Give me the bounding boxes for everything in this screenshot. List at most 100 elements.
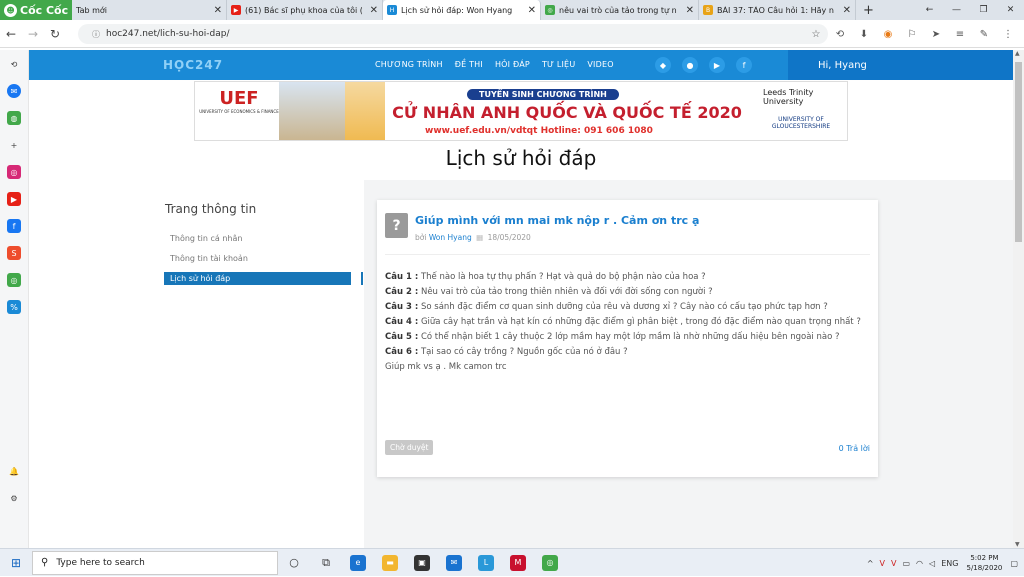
close-tab-icon[interactable]: ✕ <box>686 5 694 16</box>
store-icon[interactable]: ▣ <box>406 549 438 577</box>
download-icon[interactable]: ⬇ <box>856 26 872 42</box>
coccoc-circle-icon[interactable]: ◎ <box>7 273 21 287</box>
line-label: Câu 6 : <box>385 347 419 357</box>
browser-brand[interactable]: ☻ Cốc Cốc <box>0 0 72 20</box>
coccoc-taskbar-icon[interactable]: ◎ <box>534 549 566 577</box>
forward-icon[interactable]: → <box>22 27 44 41</box>
tab-bai37[interactable]: B BÀI 37: TẢO Câu hỏi 1: Hãy n ✕ <box>699 0 856 20</box>
scroll-down-icon[interactable]: ▼ <box>1015 541 1020 548</box>
close-tab-icon[interactable]: ✕ <box>843 5 851 16</box>
link-qa-history[interactable]: Lịch sử hỏi đáp <box>164 272 351 285</box>
close-tab-icon[interactable]: ✕ <box>214 5 222 16</box>
clock[interactable]: 5:02 PM 5/18/2020 <box>964 553 1004 573</box>
cortana-icon[interactable]: ○ <box>278 549 310 577</box>
close-tab-icon[interactable]: ✕ <box>528 5 536 16</box>
shopee-icon[interactable]: S <box>7 246 21 260</box>
menu-tu-lieu[interactable]: TƯ LIỆU <box>542 60 575 69</box>
coccoc-extension-icon[interactable]: ◉ <box>880 26 896 42</box>
notifications-icon[interactable]: ▢ <box>1010 559 1018 568</box>
bookmark-star-icon[interactable]: ☆ <box>808 26 824 42</box>
playlist-icon[interactable]: ≡ <box>952 26 968 42</box>
menu-icon[interactable]: ⋮ <box>1000 26 1016 42</box>
tab-youtube[interactable]: ▶ (61) Bác sĩ phụ khoa của tôi ( ✕ <box>227 0 383 20</box>
question-title[interactable]: Giúp mình với mn mai mk nộp r . Cảm ơn t… <box>415 214 699 227</box>
minimize-icon[interactable]: — <box>943 0 970 20</box>
chevron-up-icon[interactable]: ^ <box>867 559 874 568</box>
instagram-icon[interactable]: ◎ <box>7 165 21 179</box>
line-text: Giúp mk vs ạ . Mk camon trc <box>385 362 507 372</box>
tab-title: BÀI 37: TẢO Câu hỏi 1: Hãy n <box>717 5 834 15</box>
language-indicator[interactable]: ENG <box>941 559 958 568</box>
window-controls: ← — ❐ ✕ <box>916 0 1024 20</box>
tab-new[interactable]: Tab mới ✕ <box>72 0 227 20</box>
l-app-icon[interactable]: L <box>470 549 502 577</box>
taskbar-search[interactable]: ⚲ Type here to search <box>32 550 278 575</box>
scrollbar-thumb[interactable] <box>1015 62 1022 242</box>
banner-contact: www.uef.edu.vn/vdtqt Hotline: 091 606 10… <box>425 126 653 136</box>
link-personal-info[interactable]: Thông tin cá nhân <box>164 232 351 245</box>
android-icon[interactable]: ◆ <box>655 57 671 73</box>
leeds-trinity-logo: Leeds Trinity University <box>763 88 814 106</box>
tab-active-hoc247[interactable]: H Lịch sử hỏi đáp: Won Hyang ✕ <box>383 0 541 20</box>
menu-video[interactable]: VIDEO <box>587 60 613 69</box>
volume-icon[interactable]: ◁ <box>929 559 935 568</box>
line-text: Tại sao có cây trồng ? Nguồn gốc của nó … <box>418 347 628 357</box>
battery-icon[interactable]: ▭ <box>902 559 910 568</box>
page-scrollbar[interactable]: ▲ ▼ <box>1013 50 1024 548</box>
deal-icon[interactable]: % <box>7 300 21 314</box>
line-text: So sánh đặc điểm cơ quan sinh dưỡng của … <box>418 302 828 312</box>
new-tab-button[interactable]: + <box>856 0 881 20</box>
settings-icon[interactable]: ⚙ <box>7 491 21 505</box>
vpn-icon[interactable]: ⚐ <box>904 26 920 42</box>
v-icon[interactable]: V <box>891 559 896 568</box>
profile-icon[interactable]: ✎ <box>976 26 992 42</box>
question-line: Câu 5 : Có thể nhận biết 1 cây thuộc 2 l… <box>385 330 873 345</box>
line-text: Nêu vai trò của tảo trong thiên nhiên và… <box>418 287 713 297</box>
site-logo[interactable]: HỌC247 <box>163 58 223 72</box>
app-links: ◆ ● ▶ f <box>655 57 752 73</box>
url-field[interactable]: ⓘ hoc247.net/lich-su-hoi-dap/ <box>78 24 828 44</box>
task-view-icon[interactable]: ⧉ <box>310 549 342 577</box>
messenger-icon[interactable]: ✉ <box>7 84 21 98</box>
translate-icon[interactable]: ⟲ <box>832 26 848 42</box>
file-explorer-icon[interactable]: ▬ <box>374 549 406 577</box>
mail-icon[interactable]: ✉ <box>438 549 470 577</box>
mcafee-icon[interactable]: M <box>502 549 534 577</box>
wifi-icon[interactable]: ◠ <box>916 559 923 568</box>
ad-banner[interactable]: UEF UNIVERSITY OF ECONOMICS & FINANCE TU… <box>194 81 848 141</box>
restore-icon[interactable]: ❐ <box>970 0 997 20</box>
scroll-up-icon[interactable]: ▲ <box>1015 50 1020 57</box>
back-icon[interactable]: ← <box>0 27 22 41</box>
tab-title: Tab mới <box>76 5 107 15</box>
link-account-info[interactable]: Thông tin tài khoản <box>164 252 351 265</box>
user-greeting[interactable]: Hi, Hyang <box>788 50 1013 80</box>
facebook-icon[interactable]: f <box>736 57 752 73</box>
divider <box>385 254 870 255</box>
notification-bell-icon[interactable]: 🔔 <box>7 464 21 478</box>
answers-link[interactable]: 0 Trả lời <box>839 444 870 453</box>
youtube-icon[interactable]: ▶ <box>709 57 725 73</box>
youtube-icon[interactable]: ▶ <box>7 192 21 206</box>
add-icon[interactable]: + <box>7 138 21 152</box>
windows-start-icon[interactable]: ⊞ <box>0 556 32 570</box>
tab-title: Lịch sử hỏi đáp: Won Hyang <box>401 5 513 15</box>
close-tab-icon[interactable]: ✕ <box>370 5 378 16</box>
game-icon[interactable]: ◍ <box>7 111 21 125</box>
apple-icon[interactable]: ● <box>682 57 698 73</box>
menu-chuong-trinh[interactable]: CHƯƠNG TRÌNH <box>375 60 443 69</box>
tab-search[interactable]: ◎ nêu vai trò của tảo trong tự n ✕ <box>541 0 699 20</box>
left-panel-title: Trang thông tin <box>165 202 257 216</box>
by-label: bởi <box>415 233 427 242</box>
edge-icon[interactable]: e <box>342 549 374 577</box>
send-icon[interactable]: ➤ <box>928 26 944 42</box>
history-icon[interactable]: ⟲ <box>7 57 21 71</box>
reload-icon[interactable]: ↻ <box>44 27 66 41</box>
menu-hoi-dap[interactable]: HỎI ĐÁP <box>495 60 530 69</box>
close-window-icon[interactable]: ✕ <box>997 0 1024 20</box>
v-icon[interactable]: V <box>880 559 885 568</box>
facebook-icon[interactable]: f <box>7 219 21 233</box>
back-history-icon[interactable]: ← <box>916 0 943 20</box>
menu-de-thi[interactable]: ĐỀ THI <box>455 60 483 69</box>
author-link[interactable]: Won Hyang <box>429 233 472 242</box>
info-icon[interactable]: ⓘ <box>92 29 100 40</box>
